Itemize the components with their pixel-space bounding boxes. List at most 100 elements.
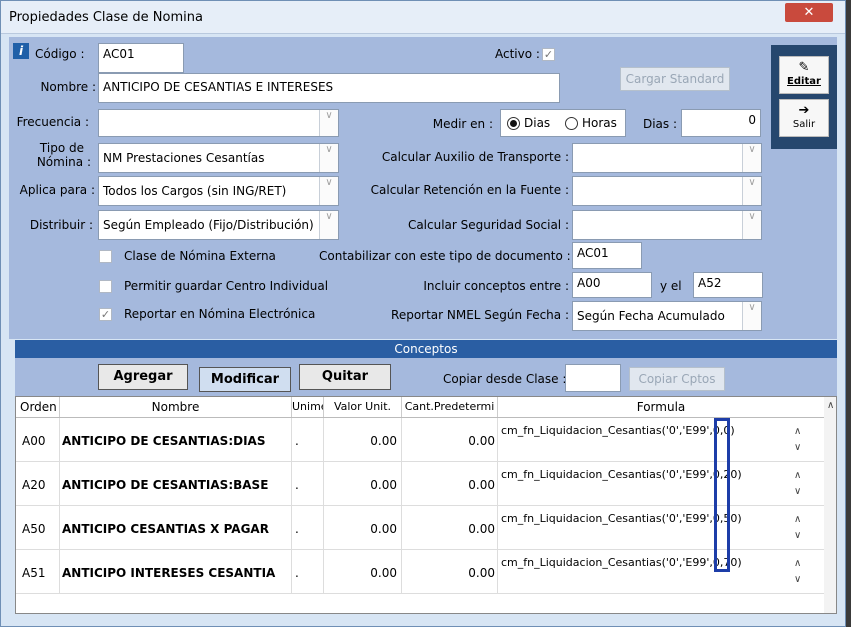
nmel-select[interactable]: Según Fecha Acumulado ∨ [572,301,762,331]
radio-horas-label[interactable]: Horas [582,116,617,130]
chevron-up-icon[interactable]: ∧ [794,470,801,481]
chevron-down-icon[interactable]: ∨ [742,144,761,172]
chevron-down-icon[interactable]: ∨ [319,177,338,205]
chevron-down-icon[interactable]: ∨ [742,211,761,239]
frecuencia-label: Frecuencia : [16,115,89,129]
cargar-standard-button[interactable]: Cargar Standard [620,67,730,91]
auxilio-label: Calcular Auxilio de Transporte : [381,150,569,164]
copiar-cptos-button[interactable]: Copiar Cptos [629,367,725,391]
nmel-label: Reportar NMEL Según Fecha : [391,308,569,322]
aplica-value: Todos los Cargos (sin ING/RET) [103,184,287,198]
nombre-label: Nombre : [40,80,96,94]
clase-externa-checkbox[interactable] [99,250,112,263]
salir-button[interactable]: ➔ Salir [779,99,829,137]
cell-cant: 0.00 [402,418,498,462]
activo-label: Activo : [495,47,540,61]
cell-orden: A20 [16,462,60,506]
medir-label: Medir en : [432,117,493,131]
cell-valor: 0.00 [324,418,402,462]
agregar-button[interactable]: Agregar [98,364,188,390]
chevron-down-icon[interactable]: ∨ [319,110,338,136]
cell-formula[interactable]: cm_fn_Liquidacion_Cesantias('0','E99',0,… [498,506,788,550]
retencion-select[interactable]: ∨ [572,176,762,206]
col-unimed[interactable]: Unimed [292,397,324,417]
cell-unimed: . [292,418,324,462]
cell-formula[interactable]: cm_fn_Liquidacion_Cesantias('0','E99',0,… [498,462,788,506]
incluir-from-input[interactable]: A00 [572,272,652,298]
incluir-and-label: y el [660,279,682,293]
chevron-down-icon[interactable]: ∨ [794,486,801,497]
col-nombre[interactable]: Nombre [60,397,292,417]
highlight-box [714,418,730,572]
permitir-label[interactable]: Permitir guardar Centro Individual [124,279,328,293]
tipo-nomina-value: NM Prestaciones Cesantías [103,151,265,165]
editar-button[interactable]: ✎ Editar [779,56,829,94]
cell-cant: 0.00 [402,550,498,594]
chevron-down-icon[interactable]: ∨ [794,574,801,585]
frecuencia-select[interactable]: ∨ [98,109,339,137]
distribuir-select[interactable]: Según Empleado (Fijo/Distribución) ∨ [98,210,339,240]
cell-orden: A00 [16,418,60,462]
codigo-input[interactable]: AC01 [98,43,184,73]
dias-input[interactable]: 0 [681,109,761,137]
chevron-up-icon[interactable]: ∧ [794,514,801,525]
contabilizar-input[interactable]: AC01 [572,242,642,269]
chevron-up-icon[interactable]: ∧ [794,558,801,569]
reportar-label[interactable]: Reportar en Nómina Electrónica [124,307,315,321]
col-orden[interactable]: Orden [16,397,60,417]
cell-nombre: ANTICIPO CESANTIAS X PAGAR [60,506,292,550]
chevron-down-icon[interactable]: ∨ [319,144,338,172]
chevron-down-icon[interactable]: ∨ [319,211,338,239]
nombre-input[interactable]: ANTICIPO DE CESANTIAS E INTERESES [98,73,560,103]
dias-label: Dias : [642,117,677,131]
cell-valor: 0.00 [324,550,402,594]
modificar-button[interactable]: Modificar [199,367,291,392]
cell-unimed: . [292,462,324,506]
side-toolbar: ✎ Editar ➔ Salir [771,45,837,149]
chevron-up-icon[interactable]: ∧ [827,400,834,411]
radio-dias-label[interactable]: Dias [524,116,550,130]
cell-formula[interactable]: cm_fn_Liquidacion_Cesantias('0','E99',0,… [498,418,788,462]
retencion-label: Calcular Retención en la Fuente : [370,183,569,197]
aplica-select[interactable]: Todos los Cargos (sin ING/RET) ∨ [98,176,339,206]
activo-checkbox[interactable]: ✓ [542,48,555,61]
conceptos-header: Conceptos [15,340,837,358]
col-valor[interactable]: Valor Unit. [324,397,402,417]
radio-horas[interactable] [565,117,578,130]
exit-icon: ➔ [798,103,810,118]
quitar-button[interactable]: Quitar [299,364,391,390]
copiar-input[interactable] [565,364,621,392]
cell-orden: A51 [16,550,60,594]
cell-unimed: . [292,506,324,550]
distribuir-label: Distribuir : [29,218,93,232]
permitir-checkbox[interactable] [99,280,112,293]
seguridad-select[interactable]: ∨ [572,210,762,240]
chevron-down-icon[interactable]: ∨ [794,530,801,541]
reportar-checkbox[interactable]: ✓ [99,308,112,321]
radio-dias[interactable] [507,117,520,130]
chevron-down-icon[interactable]: ∨ [742,177,761,205]
col-cant[interactable]: Cant.Predetermi [402,397,498,417]
editar-label: Editar [787,76,821,87]
aplica-label: Aplica para : [19,183,95,197]
chevron-down-icon[interactable]: ∨ [742,302,761,330]
cell-cant: 0.00 [402,506,498,550]
incluir-to-input[interactable]: A52 [693,272,763,298]
col-formula[interactable]: Formula [498,397,824,417]
tipo-nomina-select[interactable]: NM Prestaciones Cesantías ∨ [98,143,339,173]
cell-valor: 0.00 [324,506,402,550]
cell-orden: A50 [16,506,60,550]
chevron-down-icon[interactable]: ∨ [794,442,801,453]
grid-scrollbar[interactable]: ∧ [824,397,836,613]
info-icon[interactable]: i [13,43,29,59]
cell-formula[interactable]: cm_fn_Liquidacion_Cesantias('0','E99',0,… [498,550,788,594]
close-button[interactable]: ✕ [785,3,833,22]
contabilizar-label: Contabilizar con este tipo de documento … [319,249,571,263]
cell-nombre: ANTICIPO DE CESANTIAS:BASE [60,462,292,506]
tipo-label-1: Tipo de [39,141,84,155]
cell-valor: 0.00 [324,462,402,506]
chevron-up-icon[interactable]: ∧ [794,426,801,437]
auxilio-select[interactable]: ∨ [572,143,762,173]
clase-externa-label[interactable]: Clase de Nómina Externa [124,249,276,263]
form-panel: i Código : AC01 Activo : ✓ Nombre : ANTI… [9,37,837,339]
